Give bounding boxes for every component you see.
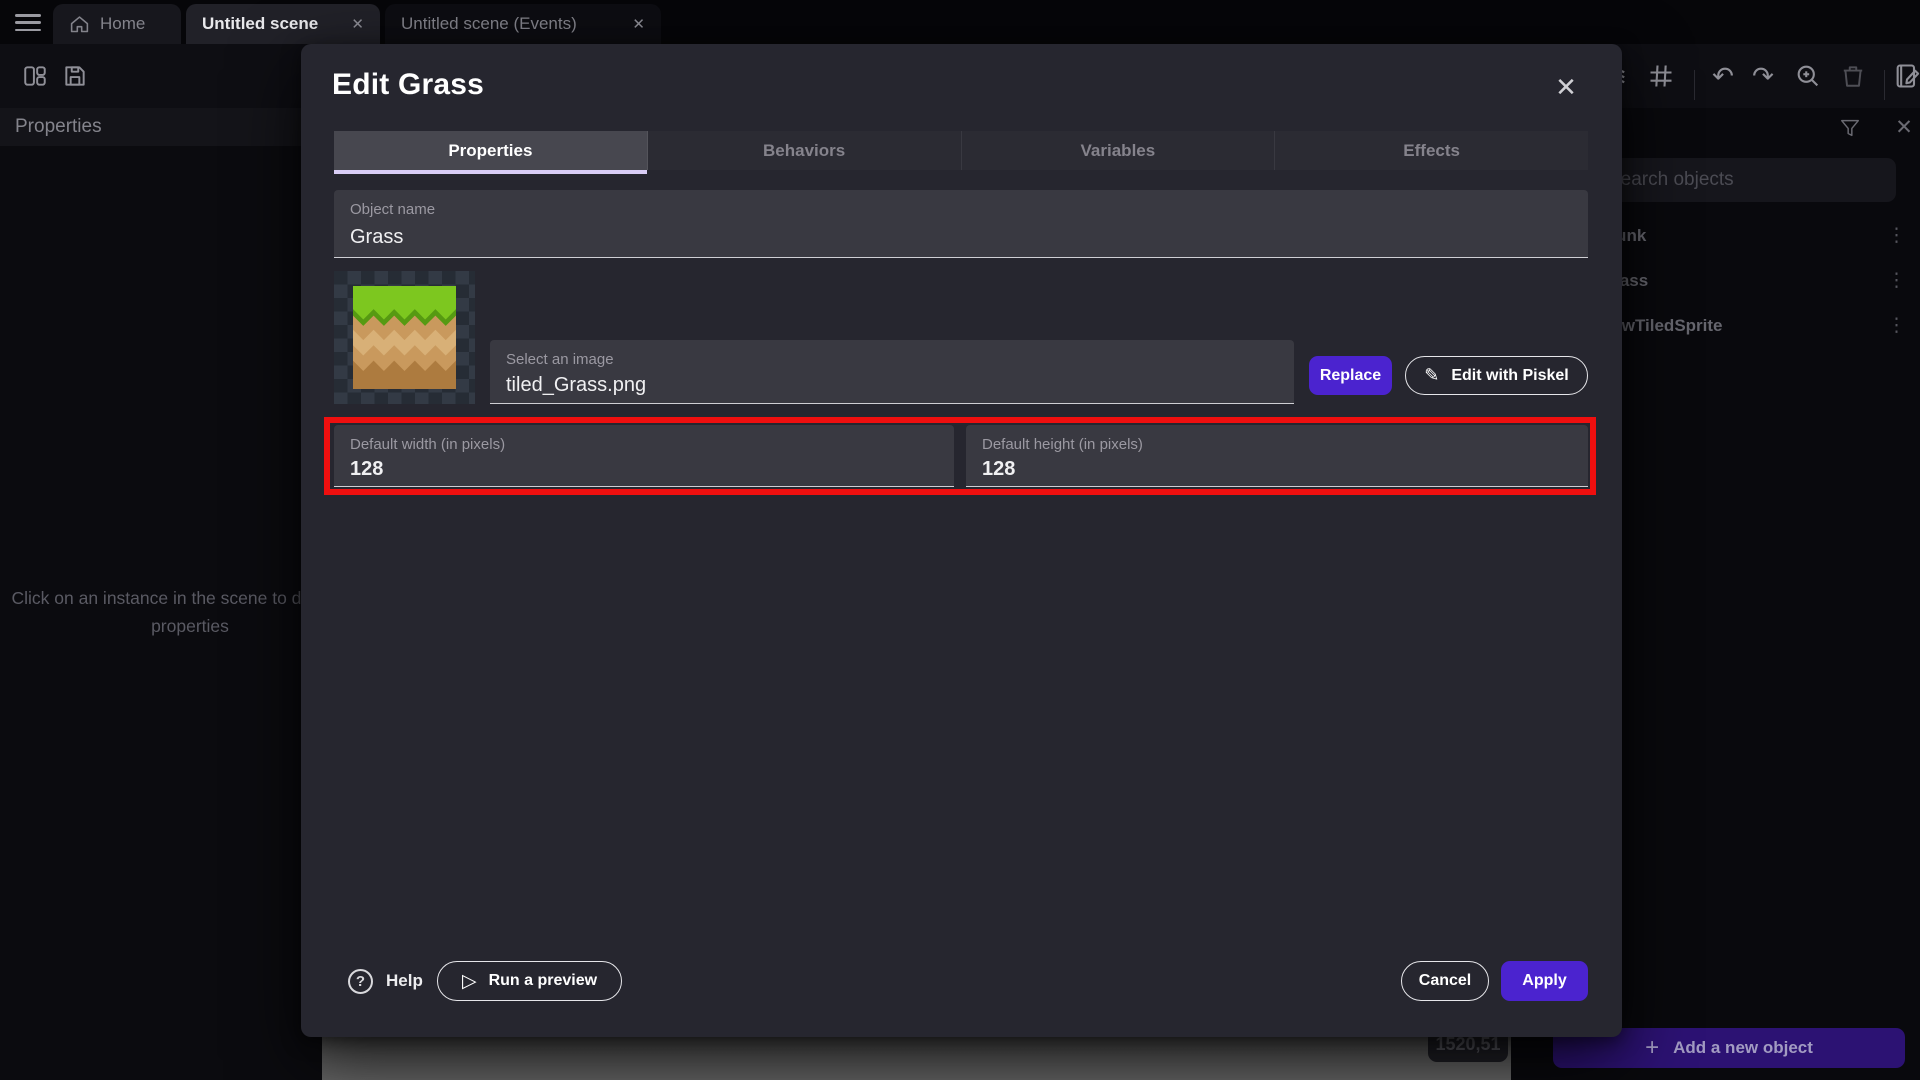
help-button[interactable]: ? Help xyxy=(348,965,423,997)
zoom-in-icon[interactable] xyxy=(1793,61,1823,91)
cancel-label: Cancel xyxy=(1419,972,1471,990)
tab-untitled-scene-events[interactable]: Untitled scene (Events) ✕ xyxy=(385,4,661,44)
grid-icon[interactable] xyxy=(1646,61,1676,91)
undo-icon[interactable]: ↶ xyxy=(1708,61,1738,91)
object-name-field: Object name xyxy=(334,190,1588,258)
close-tab-icon[interactable]: ✕ xyxy=(351,15,364,33)
grass-sprite-image xyxy=(351,286,458,389)
tab-properties[interactable]: Properties xyxy=(334,131,648,170)
run-preview-button[interactable]: ▷ Run a preview xyxy=(437,961,622,1001)
tab-untitled-scene[interactable]: Untitled scene ✕ xyxy=(186,4,380,44)
tab-home[interactable]: Home xyxy=(53,4,181,44)
toolbar-divider xyxy=(1884,70,1885,100)
panel-layout-icon[interactable] xyxy=(20,61,50,91)
piskel-label: Edit with Piskel xyxy=(1451,367,1568,385)
default-height-input[interactable] xyxy=(982,457,1572,482)
tab-label: Untitled scene (Events) xyxy=(401,14,577,34)
image-name-input[interactable] xyxy=(506,372,1278,399)
kebab-menu-icon[interactable]: ⋮ xyxy=(1887,269,1906,292)
gdevelop-app: Home Untitled scene ✕ Untitled scene (Ev… xyxy=(0,0,1920,1080)
properties-panel-header: Properties xyxy=(0,108,322,146)
top-tab-bar: Home Untitled scene ✕ Untitled scene (Ev… xyxy=(0,0,1920,44)
hamburger-menu-icon[interactable] xyxy=(15,14,41,31)
toolbar-divider xyxy=(1694,70,1695,100)
help-label: Help xyxy=(386,971,423,991)
filter-icon[interactable] xyxy=(1838,116,1862,140)
sprite-thumbnail[interactable] xyxy=(334,271,475,404)
dialog-tab-bar: Properties Behaviors Variables Effects xyxy=(334,131,1588,170)
redo-icon[interactable]: ↷ xyxy=(1748,61,1778,91)
object-name-label: Object name xyxy=(350,201,435,218)
kebab-menu-icon[interactable]: ⋮ xyxy=(1887,314,1906,337)
pencil-icon: ✎ xyxy=(1424,365,1439,386)
replace-label: Replace xyxy=(1320,367,1381,385)
plus-icon: + xyxy=(1645,1034,1659,1062)
select-image-label: Select an image xyxy=(506,351,614,368)
select-image-field: Select an image xyxy=(490,340,1294,404)
tab-label: Home xyxy=(100,14,145,34)
save-icon[interactable] xyxy=(60,61,90,91)
play-icon: ▷ xyxy=(462,970,477,993)
edit-grass-dialog: Edit Grass ✕ Properties Behaviors Variab… xyxy=(301,44,1622,1037)
add-object-label: Add a new object xyxy=(1673,1038,1813,1058)
replace-button[interactable]: Replace xyxy=(1309,356,1392,395)
dialog-close-icon[interactable]: ✕ xyxy=(1549,70,1583,104)
search-objects-input[interactable] xyxy=(1592,158,1896,202)
tab-effects[interactable]: Effects xyxy=(1275,131,1588,170)
kebab-menu-icon[interactable]: ⋮ xyxy=(1887,224,1906,247)
help-icon: ? xyxy=(348,969,373,994)
apply-button[interactable]: Apply xyxy=(1501,961,1588,1001)
default-width-input[interactable] xyxy=(350,457,938,482)
apply-label: Apply xyxy=(1522,972,1566,990)
trash-icon[interactable] xyxy=(1838,61,1868,91)
run-preview-label: Run a preview xyxy=(489,972,597,990)
search-objects-box xyxy=(1592,158,1896,202)
cancel-button[interactable]: Cancel xyxy=(1401,961,1489,1001)
object-name-input[interactable] xyxy=(350,222,1572,253)
default-width-label: Default width (in pixels) xyxy=(350,436,505,453)
tab-variables[interactable]: Variables xyxy=(962,131,1276,170)
events-sheet-icon[interactable] xyxy=(1892,61,1920,91)
close-tab-icon[interactable]: ✕ xyxy=(632,15,645,33)
properties-panel: Properties Click on an instance in the s… xyxy=(0,108,322,1080)
default-width-field: Default width (in pixels) xyxy=(334,425,954,487)
tab-behaviors[interactable]: Behaviors xyxy=(648,131,962,170)
default-height-field: Default height (in pixels) xyxy=(966,425,1588,487)
close-panel-icon[interactable]: ✕ xyxy=(1892,116,1916,140)
default-height-label: Default height (in pixels) xyxy=(982,436,1143,453)
dialog-title: Edit Grass xyxy=(332,68,484,102)
home-icon xyxy=(69,14,90,35)
tab-label: Untitled scene xyxy=(202,14,318,34)
edit-with-piskel-button[interactable]: ✎ Edit with Piskel xyxy=(1405,356,1588,395)
